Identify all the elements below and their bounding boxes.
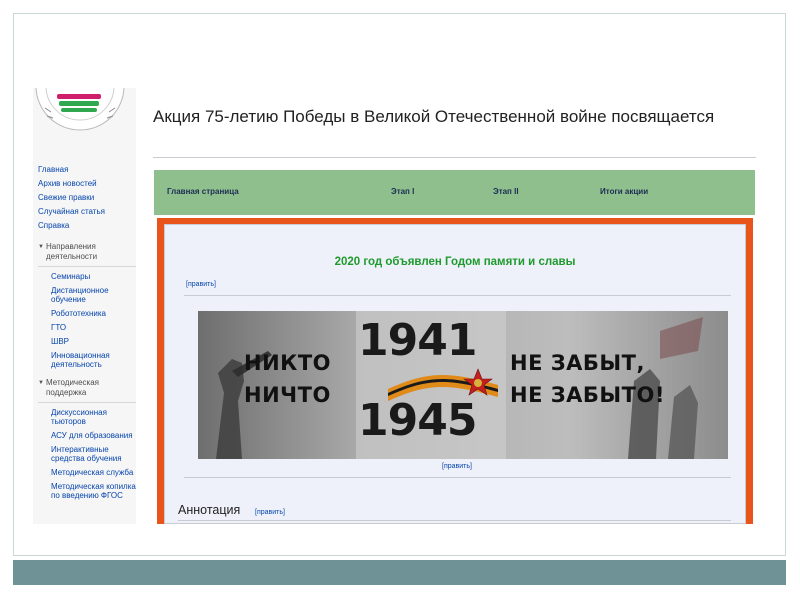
- sidebar-item-interactive-tools[interactable]: Интерактивные средства обучения: [38, 445, 136, 463]
- edit-link[interactable]: [править]: [442, 463, 472, 470]
- sidebar-item-help[interactable]: Справка: [38, 219, 136, 233]
- sidebar-item-asu[interactable]: АСУ для образования: [38, 431, 136, 440]
- portal-heading-label: Методическая поддержка: [46, 378, 99, 397]
- tab-stage-2[interactable]: Этап II: [493, 187, 519, 196]
- portal-heading-directions[interactable]: ▼ Направления деятельности: [38, 242, 136, 267]
- sidebar: Главная Архив новостей Свежие правки Слу…: [33, 88, 136, 524]
- site-logo[interactable]: [35, 88, 125, 134]
- banner-text-ne-zabyto: НЕ ЗАБЫТО!: [510, 383, 665, 407]
- portal-heading-methodical[interactable]: ▼ Методическая поддержка: [38, 378, 136, 403]
- victory-banner-image: НИКТО НИЧТО 1941 1945 НЕ ЗАБЫТ, НЕ ЗАБЫТ…: [198, 311, 728, 459]
- content-box: 2020 год объявлен Годом памяти и славы […: [164, 224, 746, 524]
- sidebar-item-random-article[interactable]: Случайная статья: [38, 205, 136, 219]
- sidebar-item-methodical-service[interactable]: Методическая служба: [38, 468, 136, 477]
- banner-text-nichto: НИЧТО: [244, 383, 331, 407]
- sidebar-item-distance-learning[interactable]: Дистанционное обучение: [38, 286, 136, 304]
- sidebar-item-fgos[interactable]: Методическая копилка по введению ФГОС: [38, 482, 136, 500]
- content-frame: 2020 год объявлен Годом памяти и славы […: [157, 218, 753, 524]
- sidebar-item-seminars[interactable]: Семинары: [38, 272, 136, 281]
- edit-link[interactable]: [править]: [186, 281, 216, 288]
- banner-text-nikto: НИКТО: [244, 351, 331, 375]
- footer-band: [13, 560, 786, 585]
- sidebar-item-gto[interactable]: ГТО: [38, 323, 136, 332]
- sidebar-item-recent-changes[interactable]: Свежие правки: [38, 191, 136, 205]
- announcement-heading: 2020 год объявлен Годом памяти и славы: [334, 256, 576, 268]
- section-divider: [184, 295, 731, 296]
- title-divider: [153, 157, 756, 158]
- tab-stage-1[interactable]: Этап I: [391, 187, 414, 196]
- page-title: Акция 75-летию Победы в Великой Отечеств…: [153, 107, 715, 126]
- section-heading-annotation: Аннотация: [178, 503, 241, 517]
- section-divider: [178, 520, 731, 521]
- sidebar-nav: Главная Архив новостей Свежие правки Слу…: [38, 163, 136, 500]
- tab-main-page[interactable]: Главная страница: [167, 187, 239, 196]
- collapse-arrow-icon: ▼: [38, 244, 44, 250]
- banner-text-ne-zabyt: НЕ ЗАБЫТ,: [510, 351, 645, 375]
- collapse-arrow-icon: ▼: [38, 380, 44, 386]
- section-divider: [184, 477, 731, 478]
- topnav-bar: Главная страница Этап I Этап II Итоги ак…: [154, 170, 755, 215]
- sidebar-item-shvr[interactable]: ШВР: [38, 337, 136, 346]
- sidebar-item-innovation[interactable]: Инновационная деятельность: [38, 351, 136, 369]
- sidebar-item-main[interactable]: Главная: [38, 163, 136, 177]
- edit-link[interactable]: [править]: [255, 509, 285, 516]
- sidebar-item-news-archive[interactable]: Архив новостей: [38, 177, 136, 191]
- banner-year-1945: 1945: [358, 395, 477, 446]
- portal-heading-label: Направления деятельности: [46, 242, 98, 261]
- sidebar-item-tutors[interactable]: Дискуссионная тьюторов: [38, 408, 136, 426]
- banner-year-1941: 1941: [358, 315, 477, 366]
- sidebar-item-robotics[interactable]: Робототехника: [38, 309, 136, 318]
- tab-results[interactable]: Итоги акции: [600, 187, 648, 196]
